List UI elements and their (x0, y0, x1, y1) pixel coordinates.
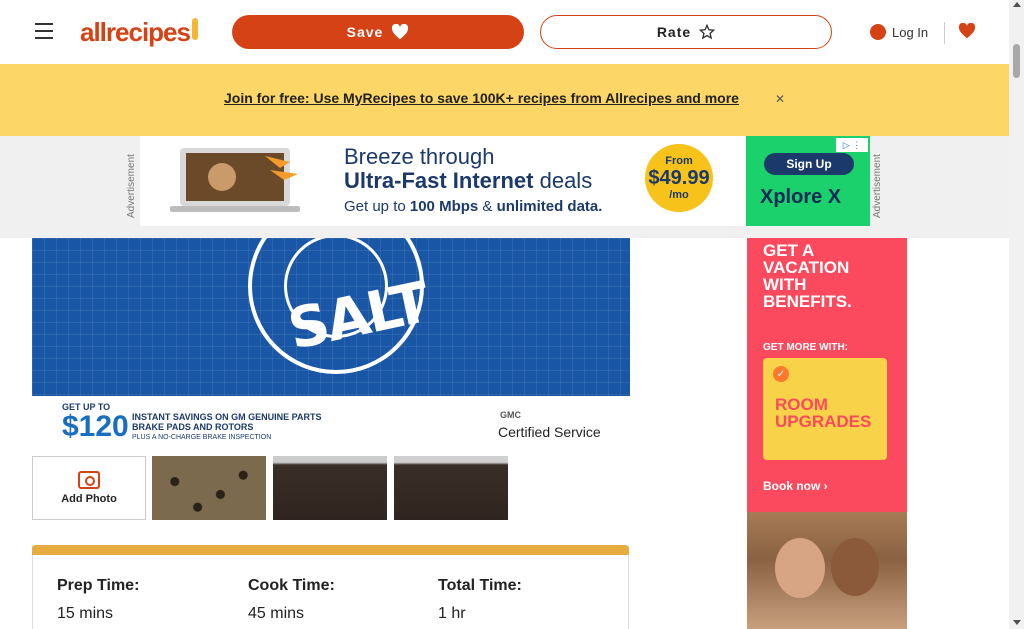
ad-headline-2-rest: deals (533, 168, 593, 193)
book-now-label: Book now (763, 479, 821, 493)
hero-ad-instant: INSTANT SAVINGS ON GM GENUINE PARTS BRAK… (132, 412, 322, 432)
hero-ad-plus: PLUS A NO-CHARGE BRAKE INSPECTION (132, 434, 272, 441)
ad-headline-1: Breeze through (344, 144, 495, 169)
scroll-down-icon[interactable] (1013, 620, 1021, 625)
vacation-ad-card-text: ROOM UPGRADES (775, 395, 872, 431)
add-photo-button[interactable]: Add Photo (32, 456, 146, 520)
price-from: From (665, 155, 693, 167)
ad-signup-button[interactable]: Sign Up (764, 153, 854, 175)
page: allrecipes Save Rate Log In Join for fre… (0, 0, 1024, 629)
total-time-label: Total Time: (438, 577, 522, 594)
rate-button[interactable]: Rate (540, 15, 832, 49)
ad-subline-mid: & (478, 198, 497, 215)
details-accent-bar (32, 545, 629, 555)
person-image (831, 538, 879, 596)
vacation-ad-headline: GET A VACATION WITH BENEFITS. (763, 241, 852, 311)
total-time-value: 1 hr (438, 605, 466, 622)
ad-subline-pre: Get up to (344, 198, 410, 215)
camera-icon (78, 471, 100, 489)
save-button[interactable]: Save (232, 15, 524, 49)
ad-label: Advertisement (872, 154, 883, 218)
logo-spoon-icon (191, 18, 198, 40)
login-label: Log In (892, 24, 929, 40)
cook-time-label: Cook Time: (248, 577, 335, 594)
heart-icon (958, 23, 976, 39)
vacation-ad[interactable]: GET A VACATION WITH BENEFITS. GET MORE W… (747, 238, 907, 629)
add-photo-label: Add Photo (61, 493, 117, 505)
xplore-logo: Xplore X (760, 186, 842, 208)
login-link[interactable]: Log In (870, 20, 928, 44)
user-icon (870, 24, 886, 40)
scroll-up-icon[interactable] (1013, 2, 1021, 7)
recipe-photo[interactable] (394, 456, 508, 520)
ad-label: Advertisement (126, 154, 137, 218)
vacation-ad-more: GET MORE WITH: (763, 342, 848, 353)
book-now-link[interactable]: Book now › (763, 479, 828, 493)
gm-brand-logos: GMC (500, 410, 521, 420)
logo-text: allrecipes (80, 16, 191, 47)
cook-time-value: 45 mins (248, 605, 305, 622)
ad-headline-2: Ultra-Fast Internet deals (344, 168, 592, 194)
chevron-right-icon: › (823, 479, 828, 493)
ad-headline-2-bold: Ultra-Fast Internet (344, 168, 534, 193)
cook-time: Cook Time: 45 mins (248, 577, 335, 623)
hero-ad[interactable]: SALT GET UP TO $120 INSTANT SAVINGS ON G… (32, 238, 630, 448)
person-image (775, 538, 825, 598)
prep-time-label: Prep Time: (57, 577, 140, 594)
saved-recipes-button[interactable] (956, 20, 978, 42)
internet-ad-banner[interactable]: Breeze through Ultra-Fast Internet deals… (140, 136, 870, 226)
promo-close-button[interactable]: ✕ (772, 88, 788, 110)
save-label: Save (346, 24, 384, 40)
site-header: allrecipes Save Rate Log In (0, 0, 1009, 64)
certified-service-logo: Certified Service (498, 424, 601, 440)
hamburger-icon[interactable] (33, 20, 55, 42)
recipe-details-card: Prep Time: 15 mins Cook Time: 45 mins To… (32, 545, 629, 629)
vertical-scrollbar[interactable] (1009, 0, 1024, 629)
header-divider (944, 22, 945, 44)
adchoices-icon[interactable]: ▷ ⋮ (836, 138, 868, 152)
price-amount: $49.99 (648, 167, 710, 189)
scrollbar-thumb[interactable] (1013, 44, 1020, 78)
promo-link[interactable]: Join for free: Use MyRecipes to save 100… (224, 90, 739, 106)
vacation-ad-photo (747, 512, 907, 629)
prep-time-value: 15 mins (57, 605, 114, 622)
ad-subline: Get up to 100 Mbps & unlimited data. (344, 198, 602, 215)
price-unit: /mo (669, 189, 689, 201)
laptop-image (170, 148, 300, 212)
rate-label: Rate (656, 24, 692, 40)
allrecipes-logo[interactable]: allrecipes (80, 16, 208, 48)
ad-subline-speed: 100 Mbps (409, 198, 479, 215)
star-icon (699, 24, 716, 40)
total-time: Total Time: 1 hr (438, 577, 522, 623)
recipe-photo[interactable] (152, 456, 266, 520)
price-badge: From $49.99 /mo (645, 144, 713, 212)
hero-ad-amount: $120 (62, 410, 129, 443)
recipe-photo[interactable] (273, 456, 387, 520)
ad-subline-data: unlimited data. (496, 198, 603, 215)
check-icon: ✓ (773, 366, 789, 382)
heart-icon (392, 24, 409, 40)
prep-time: Prep Time: 15 mins (57, 577, 139, 623)
